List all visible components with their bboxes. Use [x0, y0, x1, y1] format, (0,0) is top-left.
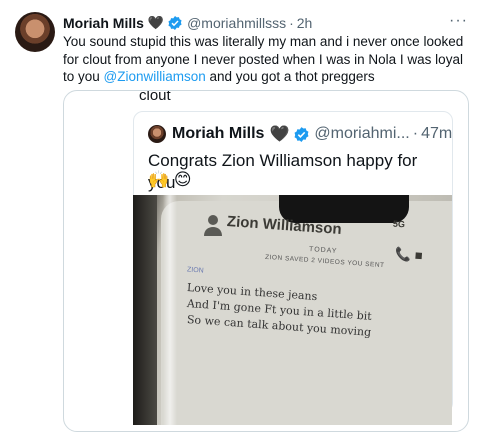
emoji-row: 🙌 😊: [148, 170, 192, 189]
tweet-header: Moriah Mills 🖤 @moriahmillsss · 2h: [63, 14, 313, 32]
contact-person-icon: [204, 215, 222, 236]
mention-link[interactable]: @Zionwilliamson: [104, 69, 206, 84]
more-options-icon[interactable]: ···: [449, 12, 468, 30]
phone-edge: [133, 195, 157, 425]
tweet-text: You sound stupid this was literally my m…: [63, 34, 464, 84]
heart-emoji: 🖤: [147, 15, 165, 30]
tweet-time[interactable]: 2h: [297, 14, 313, 32]
heart-emoji: 🖤: [269, 126, 290, 143]
quoted-author-handle: @moriahmi...: [314, 125, 410, 142]
signal-status: 5G: [392, 218, 406, 230]
quoted-header: Moriah Mills 🖤 @moriahmi... · 47m: [172, 125, 453, 143]
cropped-text: clout: [139, 90, 171, 104]
phone-photo[interactable]: Zion Williamson 5G 📞 ■ TODAY ZION SAVED …: [133, 195, 452, 425]
author-handle[interactable]: @moriahmillsss: [187, 14, 286, 32]
saved-notice: ZION SAVED 2 VIDEOS YOU SENT: [264, 253, 385, 270]
sender-label: ZION: [186, 266, 204, 275]
quoted-text: Congrats Zion Williamson happy for you: [148, 151, 418, 192]
call-icons: 📞 ■: [394, 246, 424, 263]
verified-badge-icon: [168, 16, 182, 30]
avatar[interactable]: [15, 12, 55, 52]
screen-glare: [163, 195, 177, 425]
quoted-avatar: [148, 125, 166, 143]
verified-badge-icon: [294, 126, 309, 142]
author-name[interactable]: Moriah Mills: [63, 14, 144, 32]
tweet[interactable]: Moriah Mills 🖤 @moriahmillsss · 2h ··· Y…: [0, 0, 484, 432]
quoted-time: 47m: [421, 125, 453, 142]
quoted-author-name: Moriah Mills: [172, 125, 265, 142]
phone-screen: Zion Williamson 5G 📞 ■ TODAY ZION SAVED …: [161, 195, 452, 425]
date-divider: TODAY: [308, 246, 338, 255]
